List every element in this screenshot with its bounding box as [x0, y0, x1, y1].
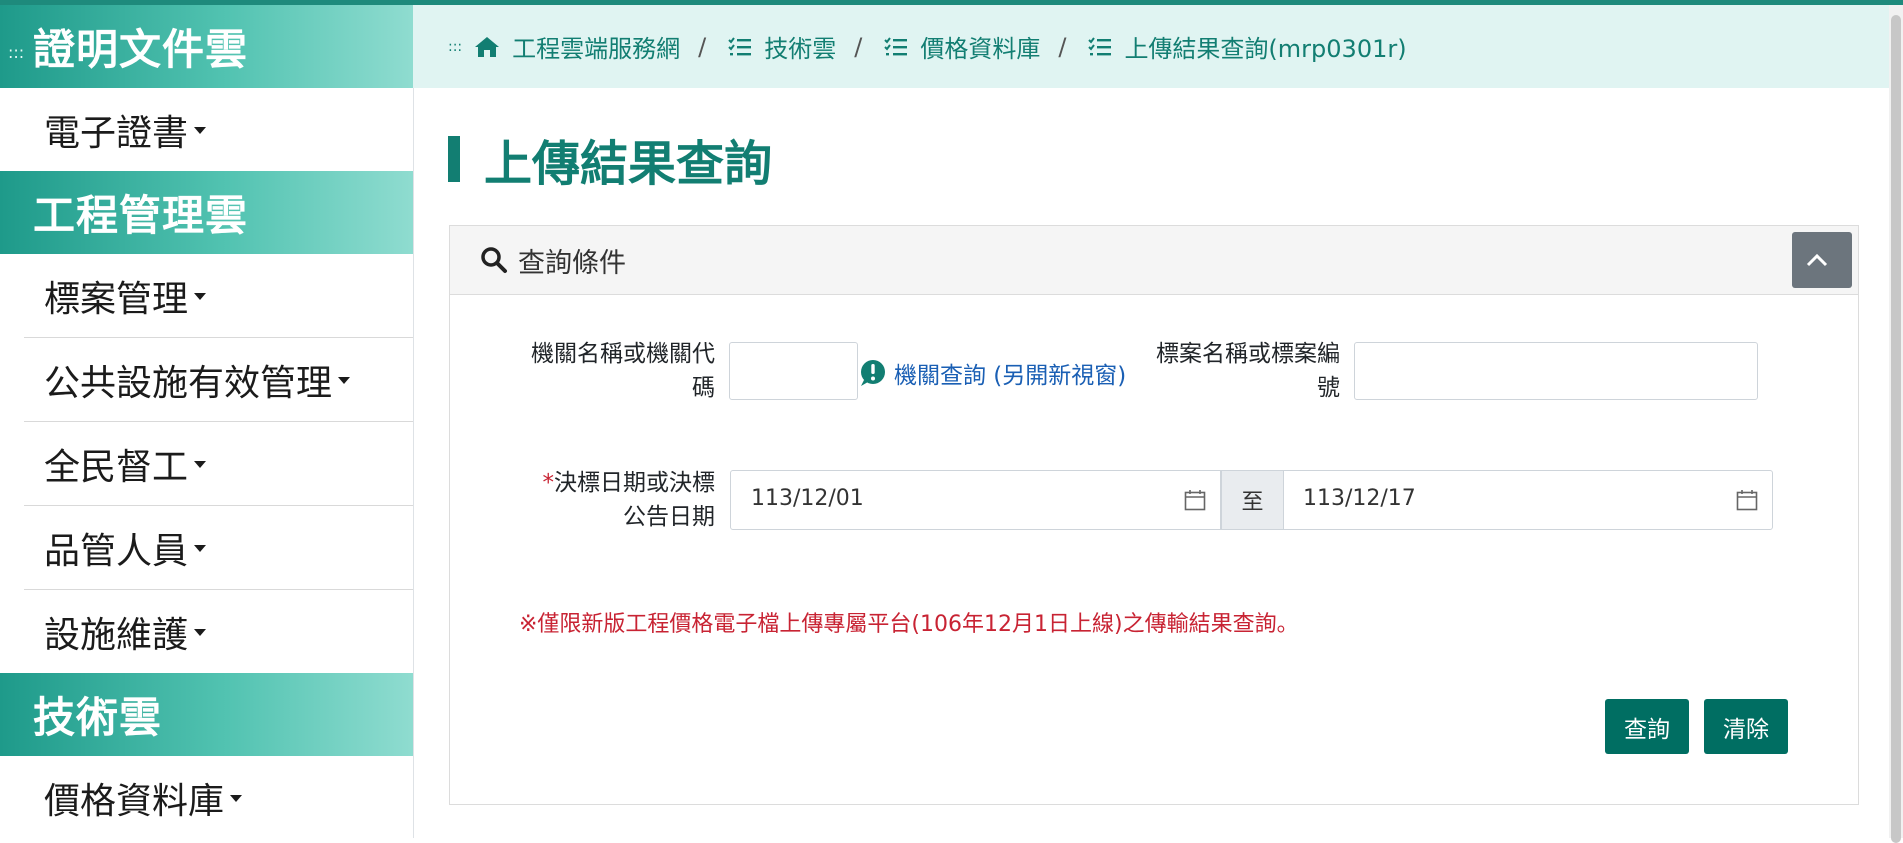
- scrollbar-track[interactable]: [1889, 5, 1903, 843]
- breadcrumb-label: 價格資料庫: [920, 35, 1041, 63]
- list-icon: [728, 36, 752, 55]
- scrollbar-thumb[interactable]: [1891, 15, 1901, 843]
- date-range-separator: 至: [1221, 470, 1284, 530]
- caret-down-icon: [194, 127, 207, 134]
- breadcrumb-current-page[interactable]: 上傳結果查詢(mrp0301r): [1088, 29, 1407, 64]
- query-card-header: 查詢條件: [450, 226, 1858, 295]
- sidebar-item-label: 設施維護: [44, 614, 189, 656]
- sidebar-section-title: 技術雲: [33, 693, 163, 742]
- agency-label-line-1: 機關名稱或機關代: [531, 341, 715, 367]
- sidebar-item-label: 電子證書: [44, 112, 189, 154]
- sidebar-section-tech-cloud: 技術雲: [0, 673, 413, 756]
- tender-label-line-1: 標案名稱或標案編: [1156, 341, 1340, 367]
- caret-down-icon: [194, 629, 207, 636]
- sidebar-item-label: 品管人員: [44, 530, 189, 572]
- sidebar-item-public-facility[interactable]: 公共設施有效管理: [24, 338, 413, 422]
- breadcrumb-label: 技術雲: [764, 35, 837, 63]
- date-label-text: 決標日期或決標: [554, 470, 715, 496]
- date-range-separator-label: 至: [1241, 490, 1264, 515]
- date-from-field[interactable]: 113/12/01: [730, 470, 1221, 530]
- date-to-field[interactable]: 113/12/17: [1283, 470, 1773, 530]
- date-label-line-1: *決標日期或決標: [500, 466, 716, 500]
- sidebar-section-title: 證明文件雲: [33, 25, 249, 74]
- caret-down-icon: [338, 377, 351, 384]
- chevron-up-icon: [1806, 253, 1828, 267]
- breadcrumb-home[interactable]: 工程雲端服務網: [474, 29, 680, 64]
- sidebar-item-tender-management[interactable]: 標案管理: [24, 254, 413, 338]
- agency-label-line-2: 碼: [692, 375, 715, 401]
- agency-lookup-label: 機關查詢 (另開新視窗): [894, 363, 1127, 389]
- sidebar: ::: 證明文件雲 電子證書 工程管理雲 標案管理 公共設施有效管理 全民督工 …: [0, 5, 414, 838]
- title-accent-bar: [448, 136, 460, 182]
- sidebar-item-e-certificate[interactable]: 電子證書: [24, 88, 413, 171]
- calendar-icon[interactable]: [1736, 489, 1758, 511]
- tender-input[interactable]: [1354, 342, 1758, 400]
- skip-marker[interactable]: :::: [8, 43, 24, 62]
- calendar-icon[interactable]: [1184, 489, 1206, 511]
- agency-label: 機關名稱或機關代 碼: [500, 337, 715, 405]
- query-card-title: 查詢條件: [518, 247, 626, 279]
- breadcrumb-label: 上傳結果查詢(mrp0301r): [1124, 35, 1407, 63]
- tender-label: 標案名稱或標案編 號: [1130, 337, 1340, 405]
- breadcrumb-separator: /: [698, 32, 707, 61]
- date-label: *決標日期或決標 公告日期: [500, 466, 716, 534]
- search-icon: [481, 247, 507, 273]
- breadcrumb-separator: /: [854, 32, 863, 61]
- breadcrumb-tech-cloud[interactable]: 技術雲: [728, 29, 836, 64]
- clear-button[interactable]: 清除: [1704, 699, 1788, 754]
- alert-icon: [861, 360, 885, 386]
- breadcrumb-separator: /: [1058, 32, 1067, 61]
- date-from-value: 113/12/01: [751, 486, 864, 511]
- search-button[interactable]: 查詢: [1605, 699, 1689, 754]
- caret-down-icon: [230, 795, 243, 802]
- notice-text: ※僅限新版工程價格電子檔上傳專屬平台(106年12月1日上線)之傳輸結果查詢。: [519, 612, 1299, 637]
- breadcrumb: ::: 工程雲端服務網 / 技術雲 / 價格資料庫 / 上傳結果查詢(mrp03…: [413, 5, 1903, 88]
- sidebar-item-label: 價格資料庫: [44, 780, 225, 822]
- page-title: 上傳結果查詢: [448, 134, 772, 192]
- agency-lookup-link[interactable]: 機關查詢 (另開新視窗): [858, 356, 1126, 390]
- sidebar-section-engineering-cloud: 工程管理雲: [0, 171, 413, 254]
- sidebar-item-label: 公共設施有效管理: [44, 362, 333, 404]
- tender-label-line-2: 號: [1317, 375, 1340, 401]
- caret-down-icon: [194, 545, 207, 552]
- sidebar-section-certificate-cloud: ::: 證明文件雲: [0, 5, 413, 88]
- sidebar-item-quality-staff[interactable]: 品管人員: [24, 506, 413, 590]
- breadcrumb-label: 工程雲端服務網: [512, 35, 681, 63]
- sidebar-item-facility-maintenance[interactable]: 設施維護: [24, 590, 413, 673]
- breadcrumb-price-database[interactable]: 價格資料庫: [884, 29, 1040, 64]
- collapse-button[interactable]: [1792, 232, 1852, 288]
- home-icon: [475, 36, 500, 57]
- date-to-value: 113/12/17: [1303, 486, 1416, 511]
- caret-down-icon: [194, 293, 207, 300]
- agency-input[interactable]: [729, 342, 858, 400]
- list-icon: [1088, 36, 1112, 55]
- sidebar-item-label: 全民督工: [44, 446, 189, 488]
- sidebar-item-public-supervision[interactable]: 全民督工: [24, 422, 413, 506]
- skip-marker[interactable]: :::: [448, 39, 462, 55]
- list-icon: [884, 36, 908, 55]
- sidebar-item-label: 標案管理: [44, 278, 189, 320]
- page-title-text: 上傳結果查詢: [484, 136, 773, 192]
- caret-down-icon: [194, 461, 207, 468]
- sidebar-section-title: 工程管理雲: [33, 191, 249, 240]
- date-label-line-2: 公告日期: [623, 504, 715, 530]
- sidebar-item-price-database[interactable]: 價格資料庫: [24, 756, 413, 838]
- required-mark: *: [542, 470, 555, 496]
